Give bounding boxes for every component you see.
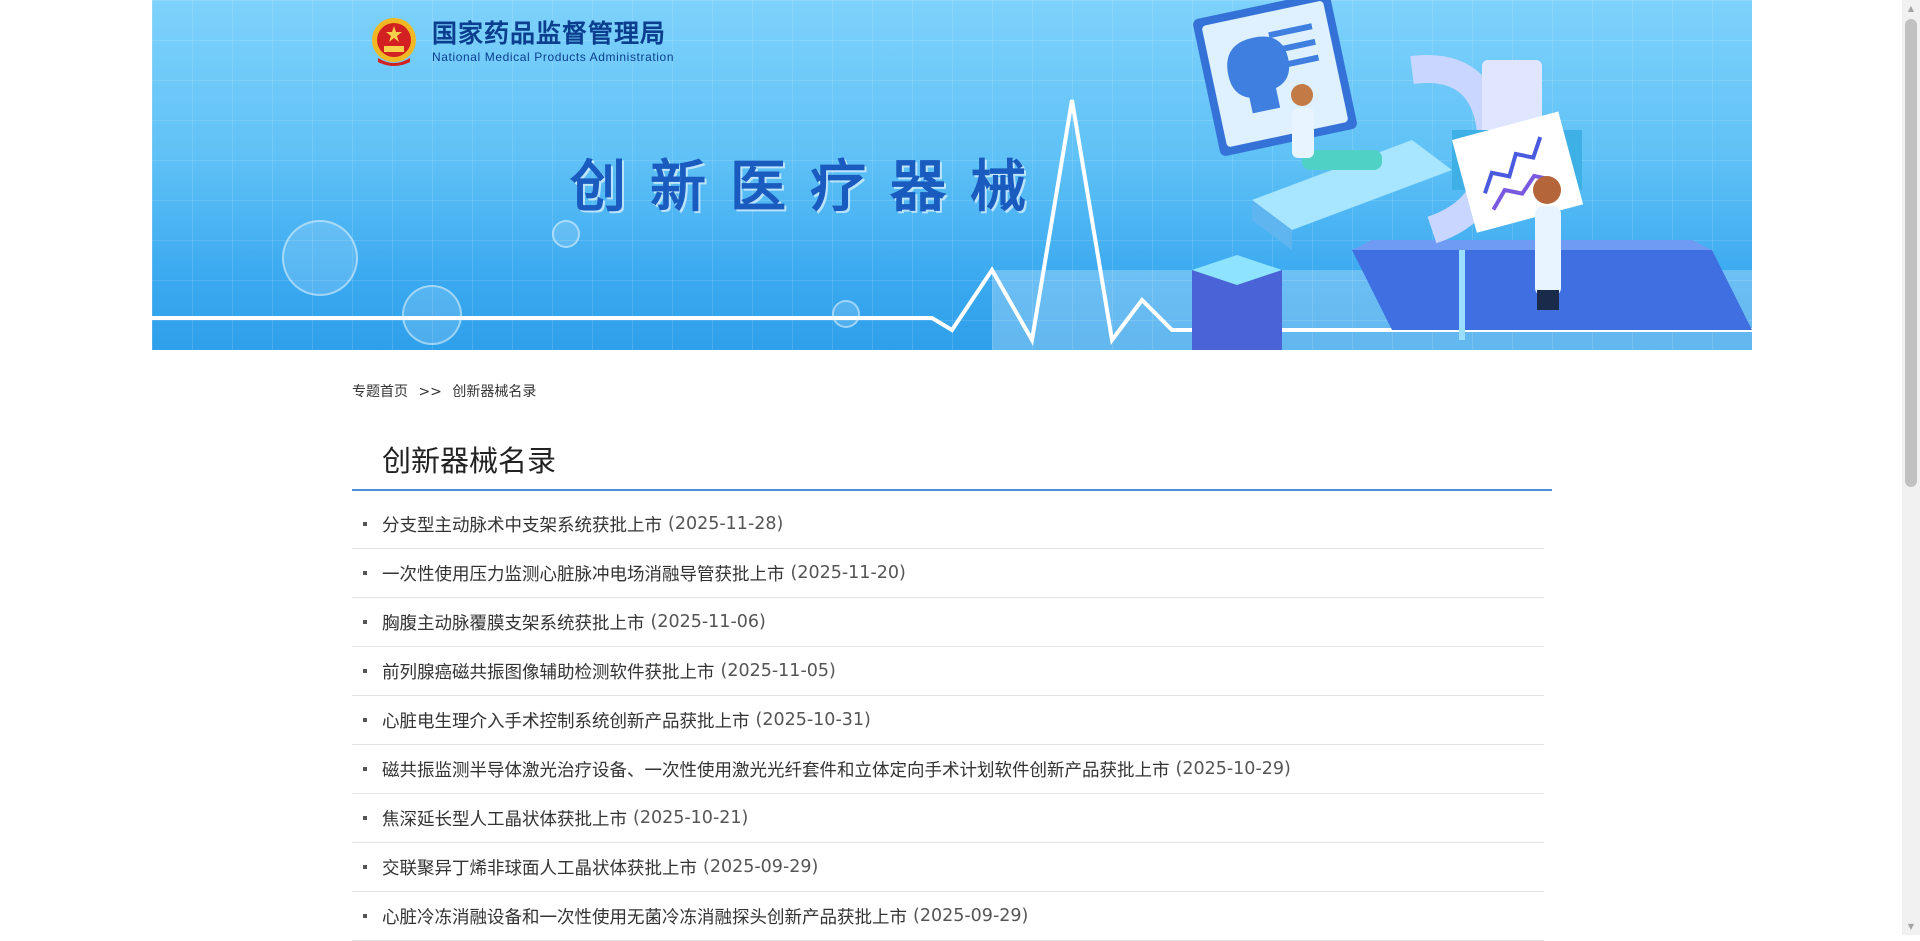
square-bullet-icon [363,914,367,918]
list-item-date: (2025-10-21) [633,808,749,828]
banner-title: 创新医疗器械 [570,155,1050,220]
section-header: 创新器械名录 [352,437,1552,491]
square-bullet-icon [363,816,367,820]
list-item: 心脏冷冻消融设备和一次性使用无菌冷冻消融探头创新产品获批上市 (2025-09-… [352,892,1544,941]
list-item-link[interactable]: 心脏冷冻消融设备和一次性使用无菌冷冻消融探头创新产品获批上市 [382,904,907,929]
list-item-link[interactable]: 磁共振监测半导体激光治疗设备、一次性使用激光光纤套件和立体定向手术计划软件创新产… [382,757,1170,782]
list-item-link[interactable]: 心脏电生理介入手术控制系统创新产品获批上市 [382,708,750,733]
list-item-date: (2025-10-29) [1175,759,1291,779]
list-item-link[interactable]: 交联聚异丁烯非球面人工晶状体获批上市 [382,855,697,880]
scroll-down-arrow-icon[interactable]: ▼ [1902,918,1920,935]
list-item-date: (2025-11-06) [650,612,766,632]
list-item-link[interactable]: 前列腺癌磁共振图像辅助检测软件获批上市 [382,659,715,684]
site-logo[interactable]: 国家药品监督管理局 National Medical Products Admi… [370,14,674,68]
square-bullet-icon [363,767,367,771]
square-bullet-icon [363,865,367,869]
header-banner-area: 国家药品监督管理局 National Medical Products Admi… [0,0,1902,350]
square-bullet-icon [363,620,367,624]
list-item: 磁共振监测半导体激光治疗设备、一次性使用激光光纤套件和立体定向手术计划软件创新产… [352,745,1544,794]
list-item: 分支型主动脉术中支架系统获批上市 (2025-11-28) [352,500,1544,549]
header-banner: 国家药品监督管理局 National Medical Products Admi… [152,0,1752,350]
list-item: 焦深延长型人工晶状体获批上市 (2025-10-21) [352,794,1544,843]
breadcrumb: 专题首页 >> 创新器械名录 [352,381,542,401]
vertical-scrollbar[interactable]: ▲ ▼ [1902,0,1920,935]
section-title: 创新器械名录 [382,444,557,478]
list-item: 一次性使用压力监测心脏脉冲电场消融导管获批上市 (2025-11-20) [352,549,1544,598]
breadcrumb-separator: >> [418,384,442,400]
breadcrumb-current: 创新器械名录 [452,384,537,400]
list-item: 交联聚异丁烯非球面人工晶状体获批上市 (2025-09-29) [352,843,1544,892]
breadcrumb-home-link[interactable]: 专题首页 [352,384,408,400]
list-item-date: (2025-11-05) [720,661,836,681]
list-item: 胸腹主动脉覆膜支架系统获批上市 (2025-11-06) [352,598,1544,647]
org-name-cn: 国家药品监督管理局 [432,19,667,48]
list-item-date: (2025-10-31) [755,710,871,730]
square-bullet-icon [363,669,367,673]
news-list: 分支型主动脉术中支架系统获批上市 (2025-11-28) 一次性使用压力监测心… [352,500,1544,941]
list-item-date: (2025-09-29) [703,857,819,877]
list-item-link[interactable]: 胸腹主动脉覆膜支架系统获批上市 [382,610,645,635]
list-item-date: (2025-11-20) [790,563,906,583]
square-bullet-icon [363,571,367,575]
national-emblem-icon [372,18,416,66]
list-item: 心脏电生理介入手术控制系统创新产品获批上市 (2025-10-31) [352,696,1544,745]
square-bullet-icon [363,522,367,526]
square-bullet-icon [363,718,367,722]
org-name-en: National Medical Products Administration [432,50,675,64]
list-item-link[interactable]: 分支型主动脉术中支架系统获批上市 [382,512,662,537]
scroll-up-arrow-icon[interactable]: ▲ [1902,0,1920,17]
list-item: 前列腺癌磁共振图像辅助检测软件获批上市 (2025-11-05) [352,647,1544,696]
scrollbar-thumb[interactable] [1905,19,1917,487]
list-item-link[interactable]: 一次性使用压力监测心脏脉冲电场消融导管获批上市 [382,561,785,586]
list-item-date: (2025-11-28) [668,514,784,534]
list-item-link[interactable]: 焦深延长型人工晶状体获批上市 [382,806,627,831]
list-item-date: (2025-09-29) [913,906,1029,926]
